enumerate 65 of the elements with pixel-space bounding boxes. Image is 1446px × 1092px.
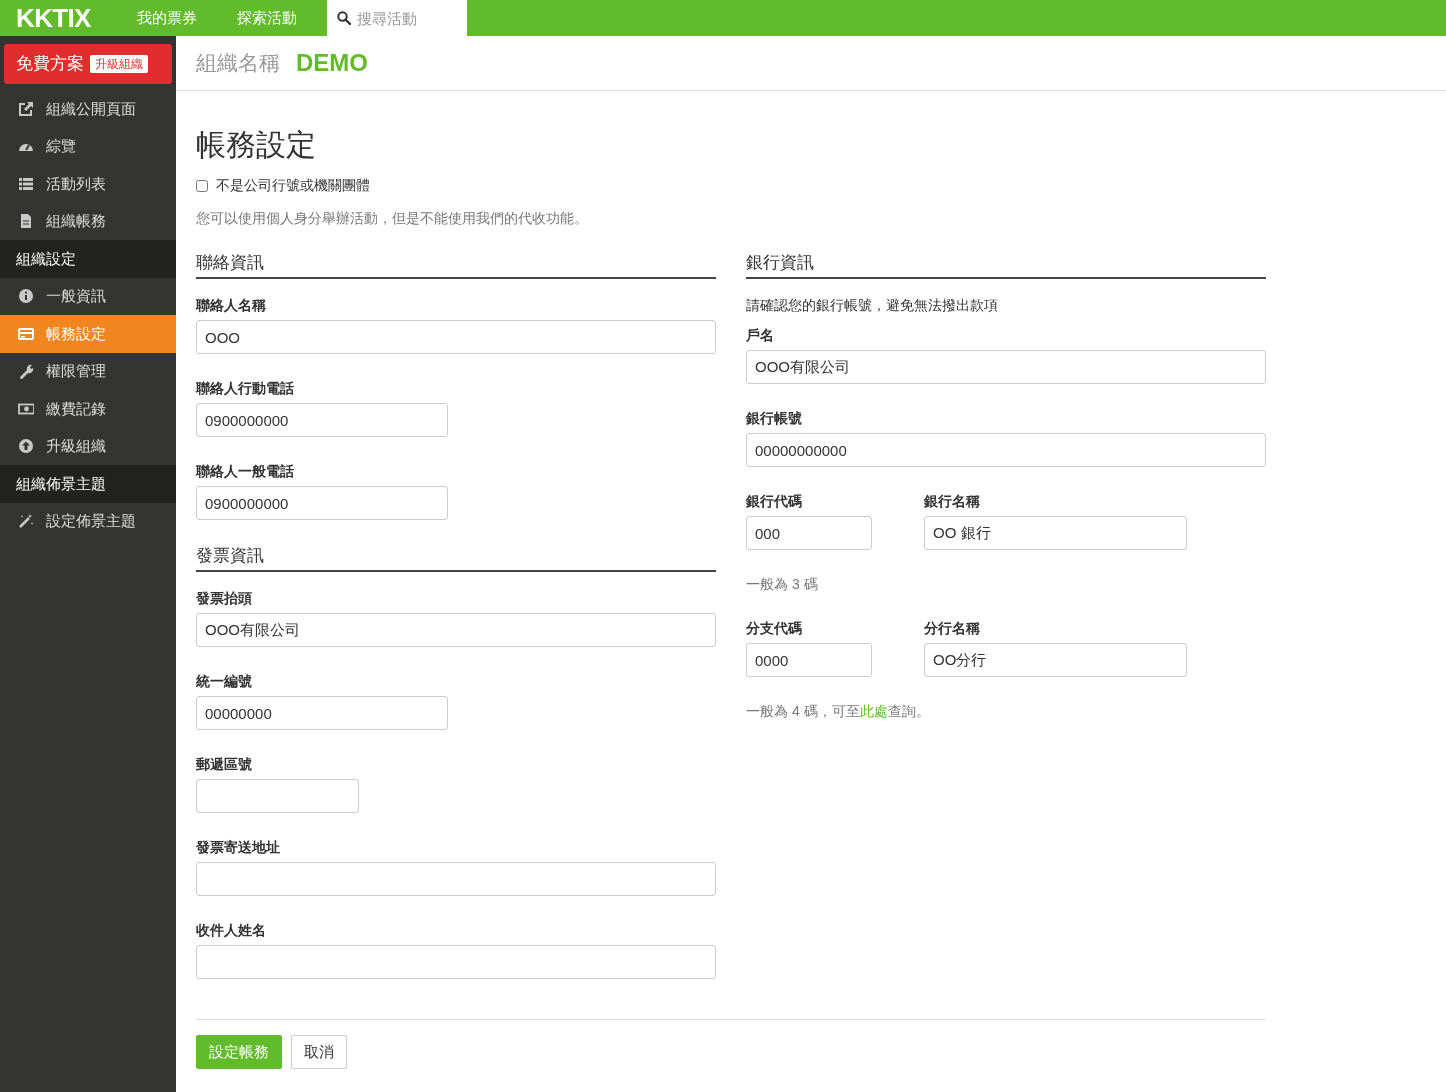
page-title: 帳務設定 bbox=[196, 127, 317, 163]
wrench-icon bbox=[18, 363, 34, 380]
field-label: 銀行名稱 bbox=[924, 492, 981, 511]
cancel-button[interactable]: 取消 bbox=[291, 1035, 347, 1069]
sidebar-item[interactable]: 活動列表 bbox=[0, 165, 176, 203]
sidebar-item[interactable]: 權限管理 bbox=[0, 352, 176, 390]
field-label: 分支代碼 bbox=[746, 619, 803, 638]
field-label: 銀行帳號 bbox=[746, 409, 803, 428]
field-label: 聯絡人一般電話 bbox=[196, 462, 295, 481]
upgrade-badge[interactable]: 升級組織 bbox=[90, 55, 148, 73]
field-label: 分行名稱 bbox=[924, 619, 981, 638]
field-label: 銀行代碼 bbox=[746, 492, 803, 511]
field-label: 發票寄送地址 bbox=[196, 838, 281, 857]
text-input[interactable]: 00000000000 bbox=[746, 433, 1266, 467]
text-input[interactable] bbox=[196, 779, 359, 813]
field-label: 發票抬頭 bbox=[196, 589, 253, 608]
text-input[interactable] bbox=[196, 945, 716, 979]
hint-text: 一般為 3 碼 bbox=[746, 575, 819, 594]
text-input[interactable]: 0000 bbox=[746, 643, 872, 677]
field-label: 聯絡人名稱 bbox=[196, 296, 267, 315]
search-icon bbox=[337, 11, 351, 25]
magic-wand-icon bbox=[18, 513, 34, 530]
sidebar-section-header: 組織佈景主題 bbox=[0, 465, 176, 503]
note-text: 您可以使用個人身分舉辦活動，但是不能使用我們的代收功能。 bbox=[196, 209, 589, 228]
sidebar-item[interactable]: 升級組織 bbox=[0, 427, 176, 465]
credit-card-icon bbox=[18, 325, 34, 342]
hint-text: 一般為 4 碼，可至此處查詢。 bbox=[746, 702, 931, 721]
checkbox-label[interactable]: 不是公司行號或機關團體 bbox=[216, 175, 370, 196]
arrow-up-circle-icon bbox=[18, 438, 34, 455]
text-input[interactable]: OO 銀行 bbox=[924, 516, 1187, 550]
field-label: 郵遞區號 bbox=[196, 755, 253, 774]
org-name: DEMO bbox=[296, 48, 368, 78]
sidebar-item[interactable]: 綜覽 bbox=[0, 127, 176, 165]
text-input[interactable]: OOO有限公司 bbox=[196, 613, 716, 647]
list-icon bbox=[18, 175, 34, 192]
sidebar-item[interactable]: 組織公開頁面 bbox=[0, 90, 176, 128]
text-input[interactable]: OO分行 bbox=[924, 643, 1187, 677]
field-label: 統一編號 bbox=[196, 672, 253, 691]
text-input[interactable]: 0900000000 bbox=[196, 486, 448, 520]
sidebar-section-header: 組織設定 bbox=[0, 240, 176, 278]
text-input[interactable]: 000 bbox=[746, 516, 872, 550]
field-label: 戶名 bbox=[746, 326, 775, 345]
text-input[interactable] bbox=[196, 862, 716, 896]
text-input[interactable]: 00000000 bbox=[196, 696, 448, 730]
sidebar-item[interactable]: 繳費記錄 bbox=[0, 390, 176, 428]
document-icon bbox=[18, 213, 34, 230]
sidebar-item[interactable]: 一般資訊 bbox=[0, 277, 176, 315]
sidebar-item[interactable]: 設定佈景主題 bbox=[0, 502, 176, 540]
plan-button[interactable]: 免費方案 升級組織 bbox=[4, 44, 172, 84]
search-field[interactable]: 搜尋活動 bbox=[327, 0, 467, 36]
section-heading: 發票資訊 bbox=[196, 544, 716, 572]
text-input[interactable]: OOO有限公司 bbox=[746, 350, 1266, 384]
text-input[interactable]: 0900000000 bbox=[196, 403, 448, 437]
external-link-icon bbox=[18, 100, 34, 117]
section-heading: 聯絡資訊 bbox=[196, 251, 716, 279]
field-label: 聯絡人行動電話 bbox=[196, 379, 295, 398]
field-label: 收件人姓名 bbox=[196, 921, 267, 940]
plan-label: 免費方案 bbox=[16, 53, 84, 76]
info-icon bbox=[18, 288, 34, 305]
checkbox[interactable] bbox=[196, 179, 208, 192]
bank-note: 請確認您的銀行帳號，避免無法撥出款項 bbox=[746, 296, 999, 315]
text-input[interactable]: OOO bbox=[196, 320, 716, 354]
sidebar-item[interactable]: 組織帳務 bbox=[0, 202, 176, 240]
org-label: 組織名稱 bbox=[196, 50, 280, 77]
section-heading: 銀行資訊 bbox=[746, 251, 1266, 279]
